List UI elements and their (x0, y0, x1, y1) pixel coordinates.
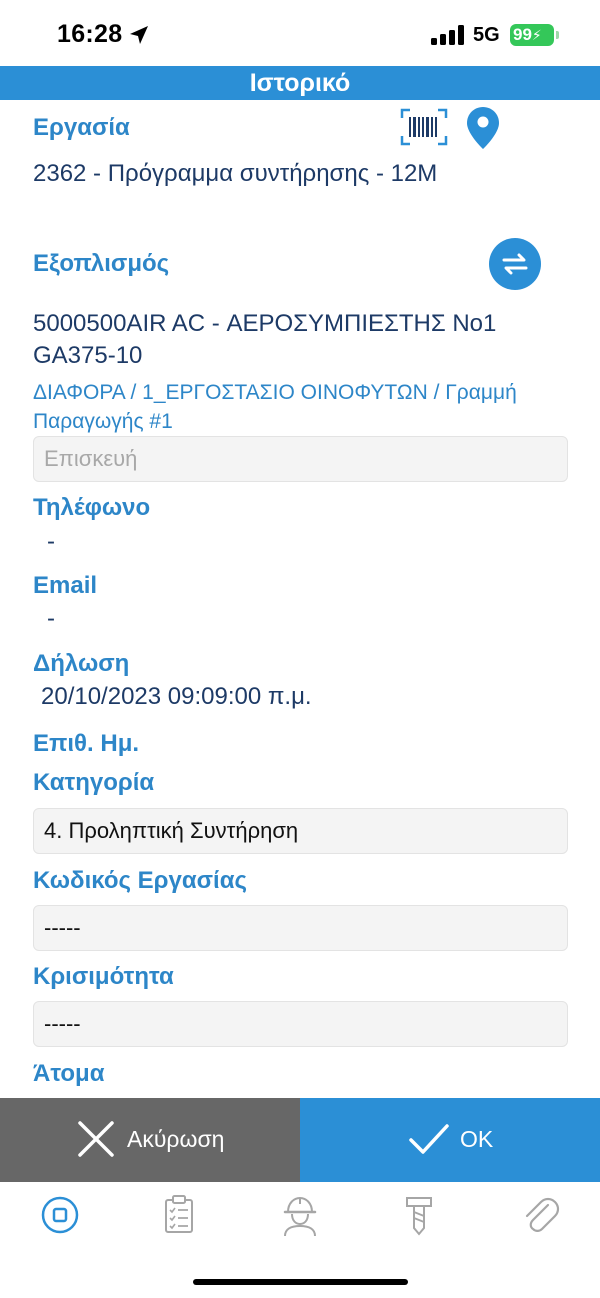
equipment-name-line2: GA375-10 (33, 342, 143, 369)
cancel-label: Ακύρωση (127, 1126, 225, 1152)
checklist-icon[interactable] (154, 1190, 204, 1240)
task-label: Εργασία (33, 114, 130, 141)
equipment-label: Εξοπλισμός (33, 250, 170, 277)
battery-icon: 99⚡ (510, 24, 554, 46)
checkmark-icon (409, 1124, 449, 1154)
form-content[interactable]: Εργασία 2362 - Πρόγραμμα συντήρησης - 12… (0, 100, 600, 1098)
swap-equipment-button[interactable] (489, 238, 541, 290)
repair-field[interactable]: Επισκευή (33, 436, 568, 482)
equipment-location-path: ΔΙΑΦΟΡΑ / 1_ΕΡΓΟΣΤΑΣΙΟ ΟΙΝΟΦΥΤΩΝ / Γραμμ… (33, 381, 517, 433)
home-indicator (193, 1279, 408, 1285)
status-bar: 16:28 5G 99⚡ (0, 0, 600, 66)
phone-label: Τηλέφωνο (33, 494, 151, 521)
ok-label: OK (460, 1126, 494, 1152)
category-select[interactable]: 4. Προληπτική Συντήρηση (33, 808, 568, 854)
desired-date-label: Επιθ. Ημ. (33, 730, 140, 757)
email-label: Email (33, 572, 98, 599)
battery-level: 99 (513, 25, 532, 44)
ok-button[interactable]: OK (300, 1098, 600, 1182)
cellular-signal-icon (431, 25, 464, 45)
task-code-select[interactable]: ----- (33, 905, 568, 951)
status-time: 16:28 (57, 20, 123, 48)
battery-nub (556, 31, 559, 39)
app-header: Ιστορικό (0, 66, 600, 100)
tool-icon[interactable] (394, 1190, 444, 1240)
email-value: - (47, 605, 55, 632)
swap-icon (502, 253, 528, 275)
declaration-value: 20/10/2023 09:09:00 π.μ. (41, 683, 312, 710)
equipment-name-line1: 5000500AIR AC - ΑΕΡΟΣΥΜΠΙΕΣΤΗΣ No1 (33, 310, 497, 337)
persons-label: Άτομα (33, 1060, 105, 1087)
technician-icon[interactable] (275, 1190, 325, 1240)
task-code-label: Κωδικός Εργασίας (33, 867, 247, 894)
page-title: Ιστορικό (249, 69, 351, 97)
criticality-label: Κρισιμότητα (33, 963, 174, 990)
declaration-label: Δήλωση (33, 650, 130, 677)
map-pin-icon[interactable] (466, 106, 500, 150)
category-label: Κατηγορία (33, 769, 155, 796)
close-icon (78, 1121, 114, 1157)
location-arrow-icon (130, 26, 148, 44)
attachment-icon[interactable] (515, 1190, 565, 1240)
task-value: 2362 - Πρόγραμμα συντήρησης - 12M (33, 160, 438, 187)
network-type: 5G (473, 24, 500, 46)
phone-value: - (47, 528, 55, 555)
barcode-scan-icon[interactable] (400, 108, 448, 146)
stop-icon[interactable] (35, 1190, 85, 1240)
criticality-select[interactable]: ----- (33, 1001, 568, 1047)
cancel-button[interactable]: Ακύρωση (0, 1098, 300, 1182)
